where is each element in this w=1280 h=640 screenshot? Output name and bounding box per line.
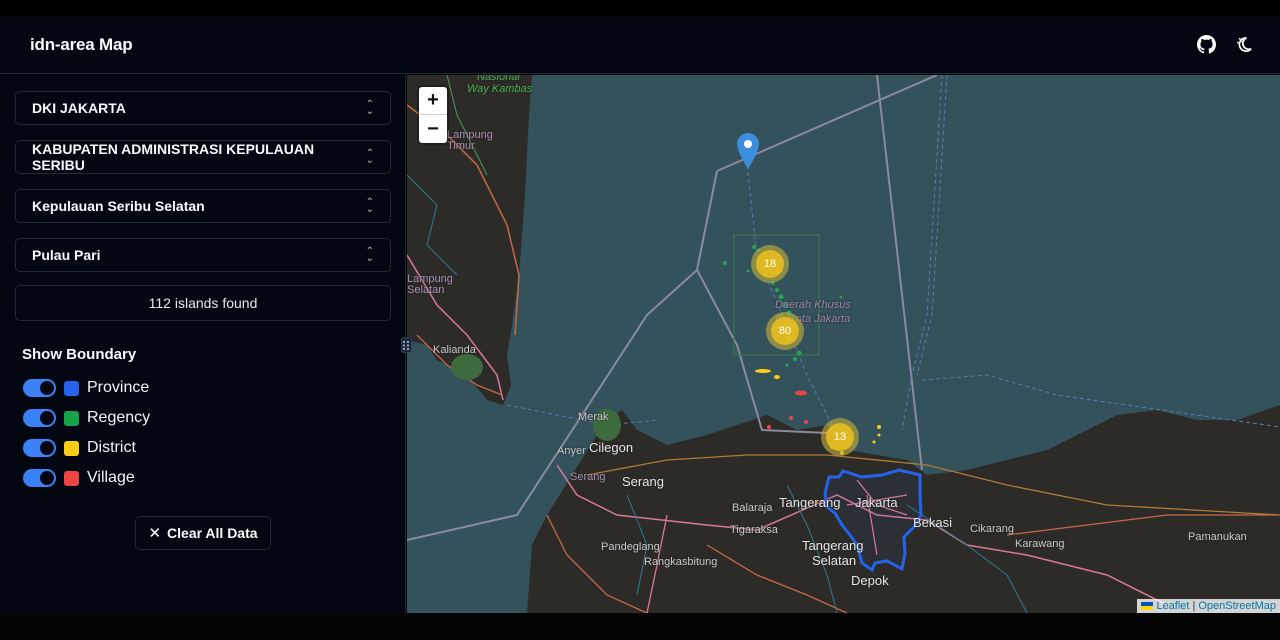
chevron-up-down-icon: ⌃ ⌄ bbox=[365, 246, 374, 264]
sidebar: DKI JAKARTA ⌃ ⌄ KABUPATEN ADMINISTRASI KE… bbox=[0, 75, 406, 613]
village-select-value: Pulau Pari bbox=[32, 247, 101, 263]
clear-all-data-button[interactable]: ✕ Clear All Data bbox=[135, 516, 271, 550]
village-color-swatch bbox=[64, 470, 79, 486]
leaflet-link[interactable]: Leaflet bbox=[1156, 600, 1189, 612]
map-label: Selatan bbox=[407, 284, 445, 296]
close-icon: ✕ bbox=[148, 525, 162, 542]
map-view[interactable]: + − 18 80 13 Nasional Way Kambas Lampung… bbox=[407, 75, 1280, 613]
boundary-toggle-village: Village bbox=[15, 463, 390, 493]
cluster-count: 18 bbox=[756, 250, 784, 278]
map-label: Karawang bbox=[1015, 538, 1065, 550]
map-label: Tigaraksa bbox=[730, 524, 778, 536]
github-icon[interactable] bbox=[1196, 35, 1216, 55]
district-select[interactable]: Kepulauan Seribu Selatan ⌃ ⌄ bbox=[15, 189, 391, 223]
map-label: Timur bbox=[447, 140, 475, 152]
boundary-toggle-district: District bbox=[15, 433, 390, 463]
regency-select[interactable]: KABUPATEN ADMINISTRASI KEPULAUAN SERIBU … bbox=[15, 140, 391, 174]
map-attribution: Leaflet | OpenStreetMap bbox=[1137, 599, 1280, 613]
map-label: Depok bbox=[851, 573, 889, 588]
map-label: Nasional bbox=[477, 75, 520, 83]
panel-resize-handle[interactable] bbox=[401, 337, 412, 353]
map-label: Bekasi bbox=[913, 515, 953, 530]
province-boundary-switch[interactable] bbox=[23, 379, 56, 397]
zoom-out-button[interactable]: − bbox=[419, 115, 447, 143]
map-label: Kalianda bbox=[433, 344, 476, 356]
map-label: Tangerang bbox=[802, 538, 864, 553]
header-actions bbox=[1196, 35, 1254, 55]
map-label: Pamanukan bbox=[1188, 531, 1247, 543]
regency-color-swatch bbox=[64, 410, 79, 426]
zoom-in-button[interactable]: + bbox=[419, 87, 447, 115]
map-label: Merak bbox=[578, 411, 609, 423]
map-label: Pandeglang bbox=[601, 541, 660, 553]
province-select[interactable]: DKI JAKARTA ⌃ ⌄ bbox=[15, 91, 391, 125]
district-boundary-label: District bbox=[87, 439, 136, 456]
district-boundary-switch[interactable] bbox=[23, 439, 56, 457]
app-header: idn-area Map bbox=[0, 16, 1280, 74]
bottom-bar bbox=[0, 613, 1280, 640]
chevron-up-down-icon: ⌃ ⌄ bbox=[365, 197, 374, 215]
village-boundary-switch[interactable] bbox=[23, 469, 56, 487]
boundary-toggle-regency: Regency bbox=[15, 403, 390, 433]
map-label: Balaraja bbox=[732, 502, 773, 514]
regency-boundary-switch[interactable] bbox=[23, 409, 56, 427]
cluster-marker[interactable]: 13 bbox=[821, 418, 859, 456]
clear-all-data-label: Clear All Data bbox=[167, 525, 258, 541]
map-label: Jakarta bbox=[855, 495, 898, 510]
province-boundary-label: Province bbox=[87, 379, 150, 396]
attribution-separator: | bbox=[1192, 600, 1196, 612]
map-label: Rangkasbitung bbox=[644, 556, 718, 568]
ukraine-flag-icon bbox=[1141, 602, 1154, 610]
boundary-toggle-province: Province bbox=[15, 373, 390, 403]
district-select-value: Kepulauan Seribu Selatan bbox=[32, 198, 205, 214]
district-color-swatch bbox=[64, 440, 79, 456]
cluster-count: 80 bbox=[771, 317, 799, 345]
map-label: Way Kambas bbox=[467, 83, 533, 95]
province-select-value: DKI JAKARTA bbox=[32, 100, 126, 116]
chevron-up-down-icon: ⌃ ⌄ bbox=[365, 148, 374, 166]
map-label: Cilegon bbox=[589, 440, 634, 455]
map-label: Serang bbox=[622, 474, 664, 489]
theme-toggle-icon[interactable] bbox=[1234, 35, 1254, 55]
map-tiles bbox=[407, 75, 1280, 613]
map-label: Selatan bbox=[812, 553, 857, 568]
boundary-title: Show Boundary bbox=[22, 346, 137, 363]
map-label: Daerah Khusus bbox=[775, 299, 851, 311]
cluster-marker[interactable]: 80 bbox=[766, 312, 804, 350]
village-boundary-label: Village bbox=[87, 469, 135, 486]
regency-boundary-label: Regency bbox=[87, 409, 151, 426]
map-label: Serang bbox=[570, 471, 606, 483]
regency-select-value: KABUPATEN ADMINISTRASI KEPULAUAN SERIBU bbox=[32, 141, 315, 173]
cluster-count: 13 bbox=[826, 423, 854, 451]
map-label: Cikarang bbox=[970, 523, 1015, 535]
map-label: Tangerang bbox=[779, 495, 841, 510]
app-title: idn-area Map bbox=[30, 34, 133, 54]
chevron-up-down-icon: ⌃ ⌄ bbox=[365, 99, 374, 117]
islands-count: 112 islands found bbox=[15, 285, 391, 321]
zoom-control: + − bbox=[419, 87, 447, 143]
top-bar bbox=[0, 0, 1280, 16]
openstreetmap-link[interactable]: OpenStreetMap bbox=[1198, 600, 1276, 612]
province-color-swatch bbox=[64, 380, 79, 396]
village-select[interactable]: Pulau Pari ⌃ ⌄ bbox=[15, 238, 391, 272]
map-label: Anyer bbox=[557, 445, 586, 457]
cluster-marker[interactable]: 18 bbox=[751, 245, 789, 283]
